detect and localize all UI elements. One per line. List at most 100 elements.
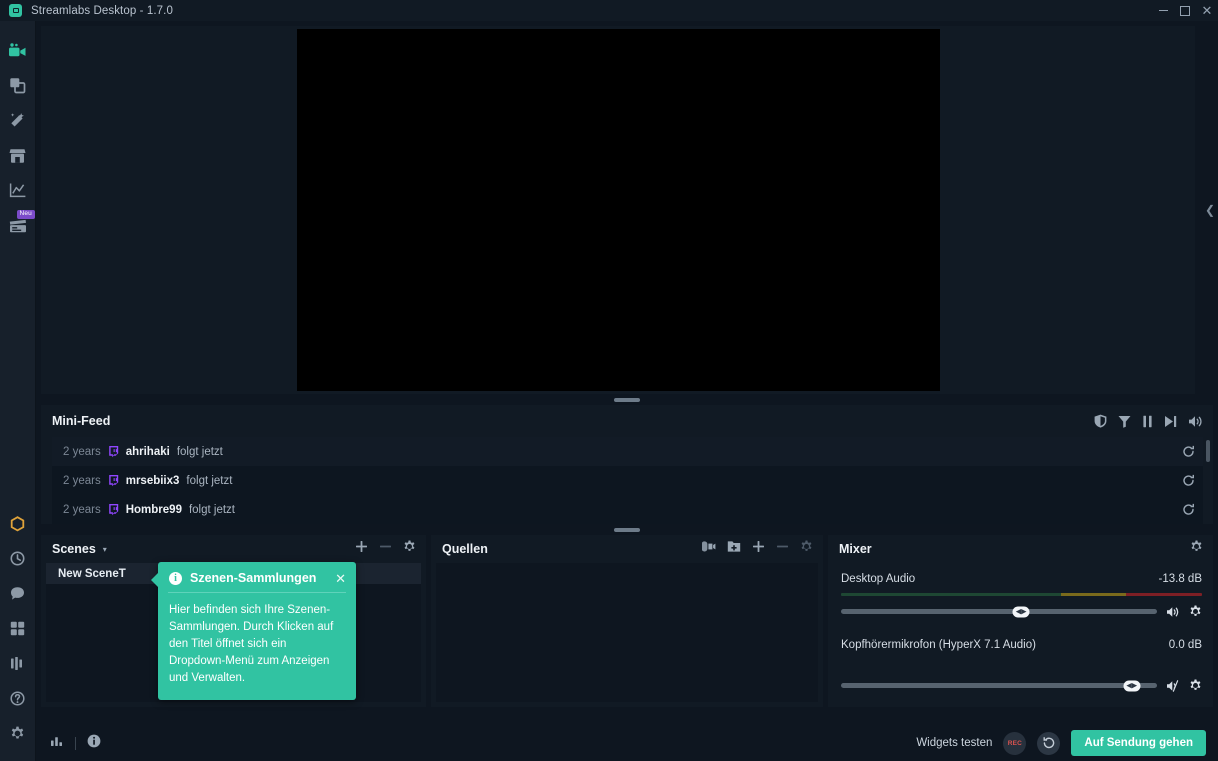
maximize-button[interactable] bbox=[1174, 0, 1196, 21]
feed-username[interactable]: Hombre99 bbox=[126, 504, 182, 516]
sidebar-item-editor[interactable] bbox=[0, 33, 36, 68]
audio-level-meter bbox=[841, 593, 1202, 596]
sidebar-item-layout-editor[interactable] bbox=[0, 611, 36, 646]
chevron-down-icon[interactable]: ▾ bbox=[103, 545, 107, 554]
filter-icon[interactable] bbox=[1118, 415, 1131, 428]
sidebar-item-prime[interactable] bbox=[0, 506, 36, 541]
tooltip-arrow bbox=[151, 573, 158, 587]
remove-scene-button[interactable] bbox=[379, 540, 392, 558]
sidebar-nav: Neu bbox=[0, 21, 36, 761]
mixer-channel: Desktop Audio -13.8 dB ◀▶ bbox=[828, 563, 1213, 618]
feed-age: 2 years bbox=[63, 474, 101, 487]
mixer-settings-gear-icon[interactable] bbox=[1190, 540, 1203, 558]
add-scene-button[interactable] bbox=[355, 540, 368, 558]
sidebar-item-recent-events[interactable] bbox=[0, 541, 36, 576]
sources-toolbar bbox=[701, 540, 813, 558]
replay-buffer-button[interactable] bbox=[1037, 731, 1061, 755]
scenes-title[interactable]: Scenes bbox=[52, 542, 96, 556]
mini-feed-list: 2 years ahrihaki folgt jetzt 2 years mrs… bbox=[41, 437, 1213, 524]
channel-settings-gear-icon[interactable] bbox=[1189, 605, 1202, 618]
mixer-channel: Kopfhörermikrofon (HyperX 7.1 Audio) 0.0… bbox=[828, 618, 1213, 692]
test-widgets-label[interactable]: Widgets testen bbox=[916, 737, 992, 749]
speaker-muted-icon[interactable] bbox=[1166, 679, 1180, 692]
folder-add-icon[interactable] bbox=[727, 540, 741, 558]
sidebar-item-highlighter[interactable]: Neu bbox=[0, 208, 36, 243]
preview-canvas[interactable] bbox=[296, 29, 940, 391]
replay-icon[interactable] bbox=[1182, 474, 1195, 487]
app-logo-icon bbox=[9, 4, 22, 17]
twitch-icon bbox=[108, 503, 119, 516]
channel-settings-gear-icon[interactable] bbox=[1189, 679, 1202, 692]
sidebar-bottom-group bbox=[0, 506, 36, 761]
mini-feed-header: Mini-Feed bbox=[41, 405, 1213, 437]
mixer-channel-name: Desktop Audio bbox=[841, 573, 916, 585]
mixer-channel-head: Kopfhörermikrofon (HyperX 7.1 Audio) 0.0… bbox=[841, 639, 1202, 651]
feed-action: folgt jetzt bbox=[176, 445, 223, 458]
sources-panel: Quellen bbox=[431, 535, 823, 707]
mixer-title: Mixer bbox=[839, 542, 872, 556]
sidebar-item-store[interactable] bbox=[0, 138, 36, 173]
title-bar: Streamlabs Desktop - 1.7.0 ✕ bbox=[0, 0, 1218, 21]
list-item[interactable]: 2 years ahrihaki folgt jetzt bbox=[52, 437, 1203, 466]
mixer-channel-controls: ◀▶ bbox=[841, 679, 1202, 692]
replay-icon[interactable] bbox=[1182, 445, 1195, 458]
close-button[interactable]: ✕ bbox=[1196, 0, 1218, 21]
record-button[interactable]: REC bbox=[1003, 731, 1027, 755]
info-icon[interactable] bbox=[87, 734, 101, 753]
sidebar-item-chat[interactable] bbox=[0, 576, 36, 611]
sidebar-item-mixer-panel[interactable] bbox=[0, 646, 36, 681]
mini-feed-scrollbar[interactable] bbox=[1206, 440, 1210, 462]
mixer-list: Desktop Audio -13.8 dB ◀▶ Kopfhörermikro… bbox=[828, 563, 1213, 707]
sidebar-item-dashboard[interactable] bbox=[0, 173, 36, 208]
sidebar-item-alertbox[interactable] bbox=[0, 103, 36, 138]
speaker-icon[interactable] bbox=[1166, 606, 1180, 618]
mixer-channel-controls: ◀▶ bbox=[841, 605, 1202, 618]
sources-list[interactable] bbox=[436, 563, 818, 702]
mixer-panel: Mixer Desktop Audio -13.8 dB ◀▶ Kopfhöre… bbox=[828, 535, 1213, 707]
mini-feed-title: Mini-Feed bbox=[52, 414, 111, 428]
scene-settings-gear-icon[interactable] bbox=[403, 540, 416, 558]
main-area: ❮ Mini-Feed 2 years ahrihaki folgt jetzt… bbox=[36, 21, 1218, 761]
collapse-panel-chevron-icon[interactable]: ❮ bbox=[1203, 190, 1217, 230]
tooltip-body: Hier befinden sich Ihre Szenen-Sammlunge… bbox=[168, 592, 346, 700]
go-live-button[interactable]: Auf Sendung gehen bbox=[1071, 730, 1206, 756]
feed-username[interactable]: ahrihaki bbox=[126, 446, 170, 458]
shield-icon[interactable] bbox=[1094, 414, 1107, 428]
feed-age: 2 years bbox=[63, 503, 101, 516]
minifeed-resize-handle[interactable] bbox=[41, 524, 1213, 535]
volume-icon[interactable] bbox=[1188, 415, 1203, 428]
preview-area[interactable]: ❮ bbox=[41, 26, 1215, 394]
scenes-toolbar bbox=[355, 540, 416, 558]
twitch-icon bbox=[108, 445, 119, 458]
sidebar-item-help[interactable] bbox=[0, 681, 36, 716]
skip-next-icon[interactable] bbox=[1164, 415, 1177, 428]
volume-slider-handle[interactable]: ◀▶ bbox=[1123, 680, 1141, 691]
remove-source-button[interactable] bbox=[776, 540, 789, 558]
bar-chart-icon[interactable] bbox=[50, 734, 64, 752]
mixer-channel-head: Desktop Audio -13.8 dB bbox=[841, 573, 1202, 585]
tooltip-header: i Szenen-Sammlungen ✕ bbox=[158, 562, 356, 592]
twitch-icon bbox=[108, 474, 119, 487]
app-body: Neu ❮ Mini-Feed 2 years ahrihaki folgt j… bbox=[0, 21, 1218, 761]
minimize-button[interactable] bbox=[1152, 0, 1174, 21]
volume-slider[interactable]: ◀▶ bbox=[841, 606, 1157, 617]
list-item[interactable]: 2 years Hombre99 folgt jetzt bbox=[52, 495, 1203, 524]
scene-collections-tooltip: i Szenen-Sammlungen ✕ Hier befinden sich… bbox=[151, 562, 356, 700]
webcam-icon[interactable] bbox=[701, 540, 716, 558]
feed-action: folgt jetzt bbox=[188, 503, 235, 516]
list-item[interactable]: 2 years mrsebiix3 folgt jetzt bbox=[52, 466, 1203, 495]
close-icon[interactable]: ✕ bbox=[335, 572, 346, 585]
feed-username[interactable]: mrsebiix3 bbox=[126, 475, 180, 487]
sidebar-item-settings[interactable] bbox=[0, 716, 36, 751]
source-settings-gear-icon[interactable] bbox=[800, 540, 813, 558]
preview-resize-handle[interactable] bbox=[41, 394, 1213, 405]
scenes-header: Scenes ▾ bbox=[41, 535, 426, 563]
pause-icon[interactable] bbox=[1142, 415, 1153, 428]
replay-icon[interactable] bbox=[1182, 503, 1195, 516]
bottom-bar-right: Widgets testen REC Auf Sendung gehen bbox=[916, 730, 1206, 756]
mixer-toolbar bbox=[1190, 540, 1203, 558]
volume-slider[interactable]: ◀▶ bbox=[841, 680, 1157, 691]
volume-slider-handle[interactable]: ◀▶ bbox=[1012, 606, 1030, 617]
add-source-button[interactable] bbox=[752, 540, 765, 558]
sidebar-item-themes[interactable] bbox=[0, 68, 36, 103]
